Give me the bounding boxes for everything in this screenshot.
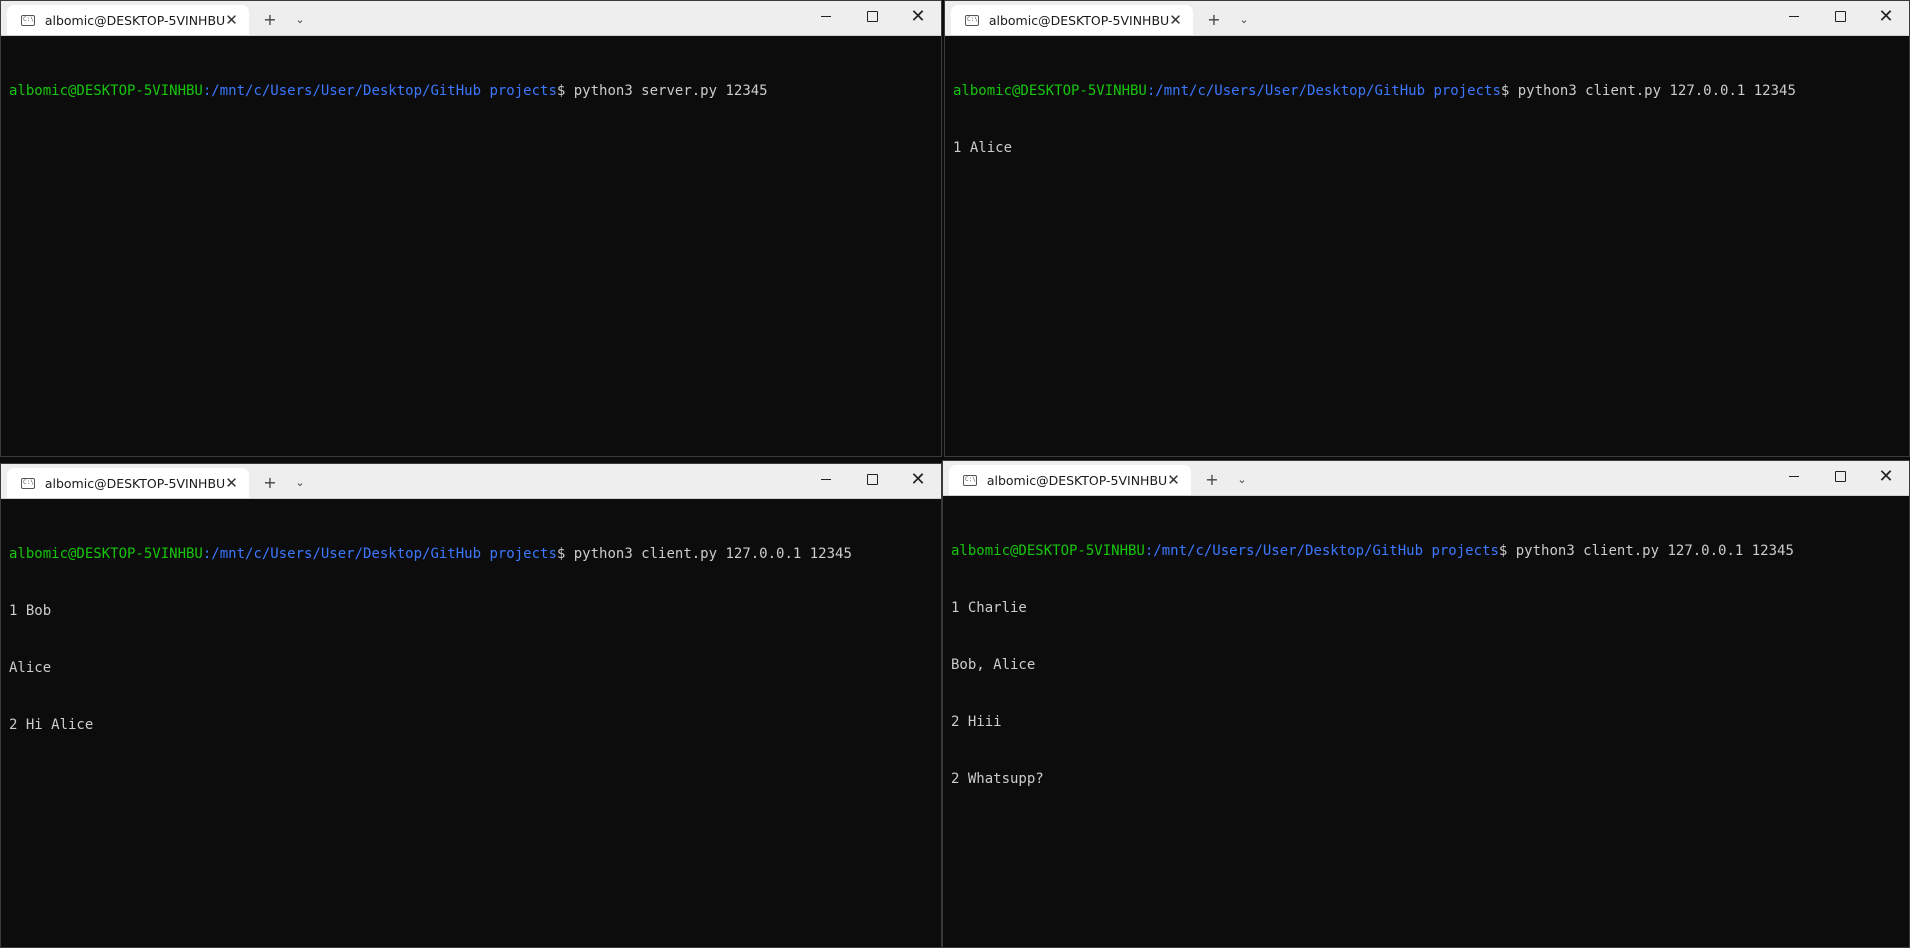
close-tab-icon[interactable]: ✕ — [1167, 471, 1180, 489]
maximize-button[interactable] — [1817, 1, 1863, 31]
terminal-output[interactable]: albomic@DESKTOP-5VINHBU:/mnt/c/Users/Use… — [1, 499, 941, 773]
minimize-icon — [1789, 475, 1799, 477]
terminal-tab[interactable]: C:\ albomic@DESKTOP-5VINHBU ✕ — [7, 5, 249, 35]
maximize-button[interactable] — [849, 1, 895, 31]
close-window-button[interactable]: ✕ — [1863, 461, 1909, 491]
title-bar[interactable]: C:\ albomic@DESKTOP-5VINHBU ✕ + ⌄ ✕ — [945, 1, 1909, 36]
terminal-tab[interactable]: C:\ albomic@DESKTOP-5VINHBU ✕ — [951, 5, 1193, 35]
prompt-line: albomic@DESKTOP-5VINHBU:/mnt/c/Users/Use… — [9, 82, 941, 101]
terminal-icon: C:\ — [21, 14, 35, 26]
output-line: Alice — [9, 660, 52, 676]
prompt-command: $ python3 client.py 127.0.0.1 12345 — [556, 546, 852, 562]
tab-title: albomic@DESKTOP-5VINHBU — [986, 472, 1168, 488]
minimize-icon — [821, 15, 831, 17]
chevron-down-icon[interactable]: ⌄ — [290, 9, 310, 29]
title-bar[interactable]: C:\ albomic@DESKTOP-5VINHBU ✕ + ⌄ ✕ — [1, 1, 941, 36]
close-window-button[interactable]: ✕ — [895, 1, 941, 31]
new-tab-button[interactable]: + — [1202, 469, 1222, 489]
tab-title: albomic@DESKTOP-5VINHBU — [988, 12, 1170, 28]
terminal-window-client-bob[interactable]: C:\ albomic@DESKTOP-5VINHBU ✕ + ⌄ ✕ albo… — [0, 463, 942, 948]
output-line: 1 Alice — [953, 140, 1013, 156]
output-line: 2 Hiii — [951, 714, 1002, 730]
prompt-line: albomic@DESKTOP-5VINHBU:/mnt/c/Users/Use… — [953, 82, 1909, 101]
prompt-command: $ python3 client.py 127.0.0.1 12345 — [1500, 83, 1796, 99]
prompt-user: albomic@DESKTOP-5VINHBU — [951, 543, 1145, 559]
terminal-window-server[interactable]: C:\ albomic@DESKTOP-5VINHBU ✕ + ⌄ ✕ albo… — [0, 0, 942, 457]
prompt-path: :/mnt/c/Users/User/Desktop/GitHub projec… — [202, 546, 557, 562]
title-bar[interactable]: C:\ albomic@DESKTOP-5VINHBU ✕ + ⌄ ✕ — [1, 464, 941, 499]
prompt-line: albomic@DESKTOP-5VINHBU:/mnt/c/Users/Use… — [951, 542, 1909, 561]
title-bar[interactable]: C:\ albomic@DESKTOP-5VINHBU ✕ + ⌄ ✕ — [943, 461, 1909, 496]
chevron-down-icon[interactable]: ⌄ — [290, 472, 310, 492]
window-controls: ✕ — [803, 1, 941, 31]
maximize-icon — [1834, 10, 1846, 22]
output-line: 1 Charlie — [951, 600, 1027, 616]
terminal-tab[interactable]: C:\ albomic@DESKTOP-5VINHBU ✕ — [949, 465, 1191, 495]
chevron-down-icon[interactable]: ⌄ — [1234, 9, 1254, 29]
prompt-line: albomic@DESKTOP-5VINHBU:/mnt/c/Users/Use… — [9, 545, 941, 564]
output-line: 2 Whatsupp? — [951, 771, 1044, 787]
new-tab-button[interactable]: + — [260, 9, 280, 29]
close-window-button[interactable]: ✕ — [1863, 1, 1909, 31]
tab-title: albomic@DESKTOP-5VINHBU — [44, 475, 226, 491]
terminal-output[interactable]: albomic@DESKTOP-5VINHBU:/mnt/c/Users/Use… — [943, 496, 1909, 827]
prompt-user: albomic@DESKTOP-5VINHBU — [9, 83, 203, 99]
maximize-button[interactable] — [849, 464, 895, 494]
prompt-command: $ python3 server.py 12345 — [556, 83, 768, 99]
terminal-output[interactable]: albomic@DESKTOP-5VINHBU:/mnt/c/Users/Use… — [945, 36, 1909, 196]
maximize-icon — [1834, 470, 1846, 482]
prompt-user: albomic@DESKTOP-5VINHBU — [9, 546, 203, 562]
terminal-icon: C:\ — [965, 14, 979, 26]
close-tab-icon[interactable]: ✕ — [1169, 11, 1182, 29]
terminal-icon: C:\ — [21, 477, 35, 489]
terminal-window-client-alice[interactable]: C:\ albomic@DESKTOP-5VINHBU ✕ + ⌄ ✕ albo… — [944, 0, 1910, 457]
terminal-output[interactable]: albomic@DESKTOP-5VINHBU:/mnt/c/Users/Use… — [1, 36, 941, 139]
minimize-icon — [821, 478, 831, 480]
prompt-path: :/mnt/c/Users/User/Desktop/GitHub projec… — [1144, 543, 1499, 559]
prompt-user: albomic@DESKTOP-5VINHBU — [953, 83, 1147, 99]
terminal-window-client-charlie[interactable]: C:\ albomic@DESKTOP-5VINHBU ✕ + ⌄ ✕ albo… — [942, 460, 1910, 948]
prompt-path: :/mnt/c/Users/User/Desktop/GitHub projec… — [1146, 83, 1501, 99]
terminal-icon: C:\ — [963, 474, 977, 486]
close-window-button[interactable]: ✕ — [895, 464, 941, 494]
window-controls: ✕ — [1771, 1, 1909, 31]
maximize-icon — [866, 473, 878, 485]
new-tab-button[interactable]: + — [1204, 9, 1224, 29]
minimize-button[interactable] — [1771, 461, 1817, 491]
prompt-path: :/mnt/c/Users/User/Desktop/GitHub projec… — [202, 83, 557, 99]
window-controls: ✕ — [803, 464, 941, 494]
maximize-icon — [866, 10, 878, 22]
output-line: 1 Bob — [9, 603, 52, 619]
chevron-down-icon[interactable]: ⌄ — [1232, 469, 1252, 489]
window-controls: ✕ — [1771, 461, 1909, 491]
output-line: Bob, Alice — [951, 657, 1036, 673]
minimize-button[interactable] — [1771, 1, 1817, 31]
close-tab-icon[interactable]: ✕ — [225, 474, 238, 492]
minimize-button[interactable] — [803, 1, 849, 31]
terminal-tab[interactable]: C:\ albomic@DESKTOP-5VINHBU ✕ — [7, 468, 249, 498]
output-line: 2 Hi Alice — [9, 717, 94, 733]
close-tab-icon[interactable]: ✕ — [225, 11, 238, 29]
prompt-command: $ python3 client.py 127.0.0.1 12345 — [1498, 543, 1794, 559]
tab-title: albomic@DESKTOP-5VINHBU — [44, 12, 226, 28]
minimize-button[interactable] — [803, 464, 849, 494]
maximize-button[interactable] — [1817, 461, 1863, 491]
new-tab-button[interactable]: + — [260, 472, 280, 492]
minimize-icon — [1789, 15, 1799, 17]
